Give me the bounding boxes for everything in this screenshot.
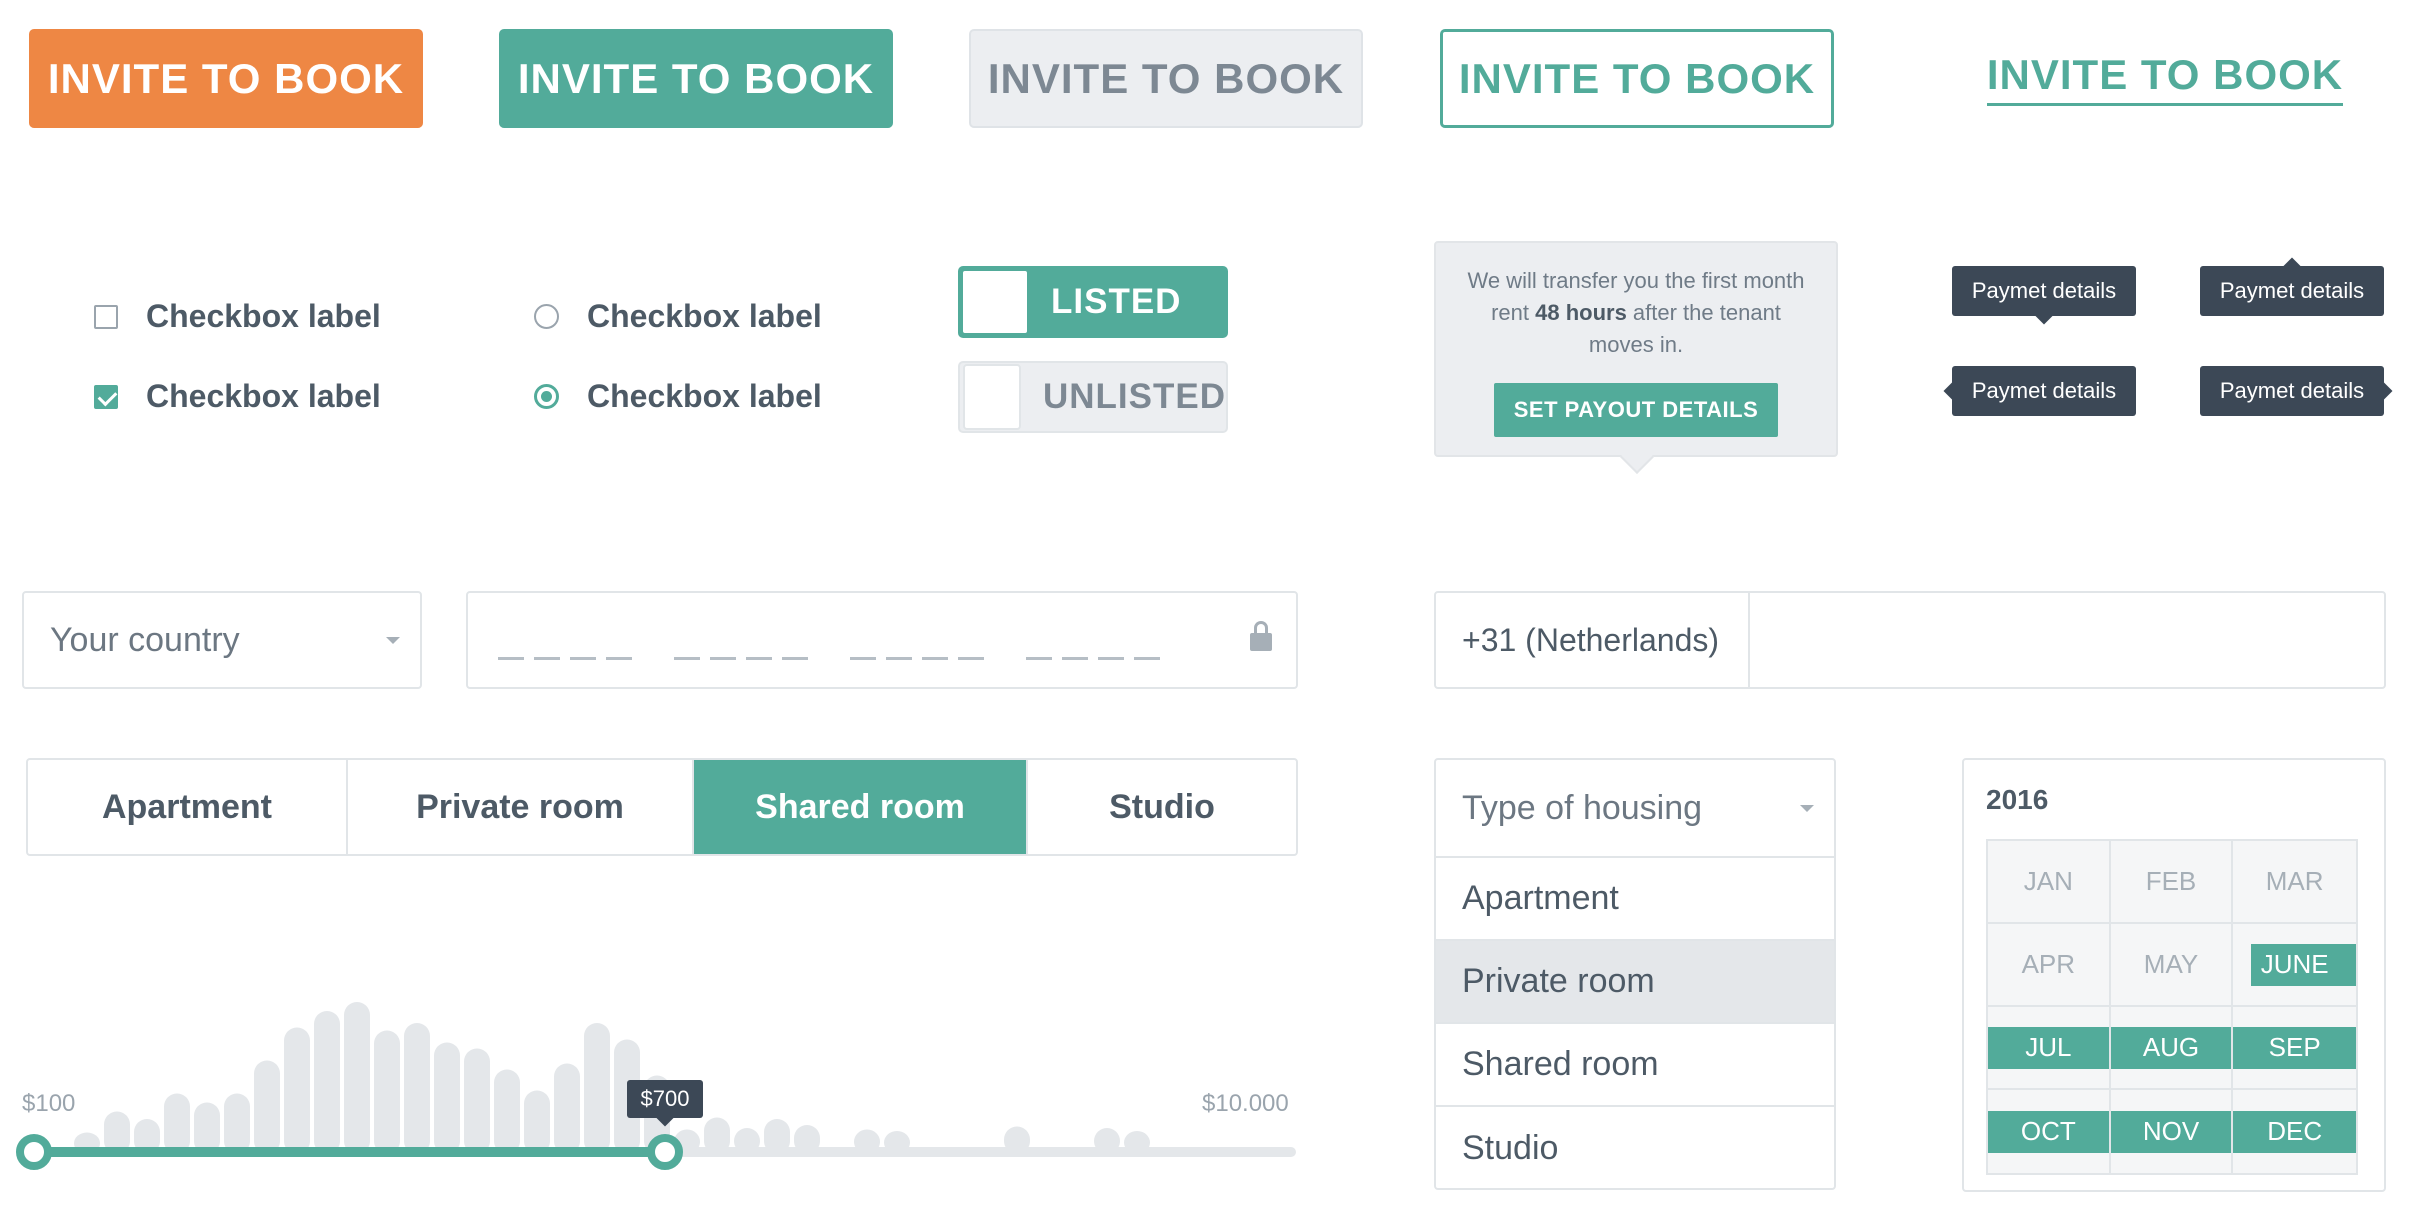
month-cell-selected[interactable]: SEP <box>2233 1007 2356 1090</box>
toggle-knob[interactable] <box>963 364 1021 430</box>
price-histogram-bar <box>224 1093 250 1154</box>
tooltip-arrow-up: Paymet details <box>2200 266 2384 316</box>
toggle-label-unlisted: UNLISTED <box>1043 377 1226 416</box>
month-cell-selected[interactable]: AUG <box>2110 1007 2234 1090</box>
slider-handle-max[interactable] <box>647 1134 683 1170</box>
toggle-knob[interactable] <box>961 269 1029 335</box>
housing-type-placeholder: Type of housing <box>1462 788 1703 827</box>
price-histogram-bar <box>314 1011 340 1154</box>
checkbox-box[interactable] <box>94 304 118 329</box>
checkbox-label: Checkbox label <box>146 298 381 334</box>
price-histogram-bar <box>464 1048 490 1154</box>
card-digits-group-2 <box>674 657 808 660</box>
housing-type-dropdown: Type of housing Apartment Private room S… <box>1434 758 1836 1190</box>
checkbox-unchecked[interactable]: Checkbox label <box>94 298 381 335</box>
radio-circle-checked[interactable] <box>534 384 559 409</box>
segment-apartment[interactable]: Apartment <box>28 760 348 854</box>
price-histogram-bar <box>284 1027 310 1154</box>
invite-to-book-link-label: INVITE TO BOOK <box>1986 51 2344 106</box>
invite-to-book-button-outline[interactable]: INVITE TO BOOK <box>1440 29 1834 128</box>
price-histogram-bar <box>524 1090 550 1154</box>
country-code-select[interactable]: +31 (Netherlands) <box>1436 593 1750 687</box>
price-histogram-bar <box>494 1069 520 1154</box>
price-histogram-bar <box>374 1030 400 1154</box>
radio-label: Checkbox label <box>587 378 822 414</box>
month-cell-selected[interactable]: OCT <box>1988 1090 2111 1173</box>
payout-popover: We will transfer you the first month ren… <box>1434 241 1838 457</box>
toggle-label-listed: LISTED <box>1051 282 1182 321</box>
radio-circle[interactable] <box>534 304 559 329</box>
price-histogram-bar <box>164 1093 190 1154</box>
radio-label: Checkbox label <box>587 298 822 334</box>
tooltip-arrow-left: Paymet details <box>1952 366 2136 416</box>
tooltip-arrow-down: Paymet details <box>1952 266 2136 316</box>
checkbox-box-checked[interactable] <box>94 384 118 409</box>
card-digits-group-1 <box>498 657 632 660</box>
price-histogram-bar <box>344 1002 370 1154</box>
month-cell[interactable]: APR <box>1988 924 2111 1007</box>
chevron-down-icon <box>1800 805 1814 812</box>
price-histogram-bar <box>404 1023 430 1154</box>
invite-to-book-button-teal[interactable]: INVITE TO BOOK <box>499 29 893 128</box>
radio-unchecked[interactable]: Checkbox label <box>534 298 822 335</box>
housing-option-apartment[interactable]: Apartment <box>1436 858 1834 941</box>
unlisted-toggle[interactable]: UNLISTED <box>958 361 1228 433</box>
invite-to-book-button-disabled[interactable]: INVITE TO BOOK <box>969 29 1363 128</box>
month-range-picker: 2016 JAN FEB MAR APR MAY JUNE JUL AUG SE… <box>1962 758 2386 1192</box>
invite-to-book-link[interactable]: INVITE TO BOOK <box>1975 29 2355 128</box>
card-digits-group-3 <box>850 657 984 660</box>
card-digits-group-4 <box>1026 657 1160 660</box>
country-select[interactable]: Your country <box>22 591 422 689</box>
price-histogram-bar <box>584 1023 610 1154</box>
phone-number-input[interactable] <box>1750 593 2384 687</box>
country-select-placeholder: Your country <box>50 620 240 659</box>
card-number-input[interactable] <box>466 591 1298 689</box>
price-range-slider: $100 $10.000 $700 <box>0 990 1320 1190</box>
checkbox-checked[interactable]: Checkbox label <box>94 378 381 415</box>
price-histogram-bar <box>194 1102 220 1154</box>
chevron-down-icon <box>386 637 400 644</box>
month-cell-selected-end[interactable]: DEC <box>2233 1090 2356 1173</box>
housing-option-shared-room[interactable]: Shared room <box>1436 1024 1834 1107</box>
month-cell[interactable]: MAR <box>2233 841 2356 924</box>
price-histogram-bar <box>254 1060 280 1154</box>
month-cell-selected[interactable]: JUL <box>1988 1007 2111 1090</box>
popover-message: We will transfer you the first month ren… <box>1467 268 1805 357</box>
segment-shared-room[interactable]: Shared room <box>694 760 1028 854</box>
tooltip-arrow-right: Paymet details <box>2200 366 2384 416</box>
month-cell-selected[interactable]: NOV <box>2110 1090 2234 1173</box>
calendar-year: 2016 <box>1986 784 2049 815</box>
price-histogram-bar <box>554 1063 580 1154</box>
housing-option-private-room[interactable]: Private room <box>1436 941 1834 1024</box>
month-cell-selected-start[interactable]: JUNE <box>2233 924 2356 1007</box>
price-min-label: $100 <box>22 1090 76 1117</box>
housing-option-studio[interactable]: Studio <box>1436 1107 1834 1190</box>
month-cell[interactable]: MAY <box>2110 924 2234 1007</box>
slider-range-fill <box>34 1147 665 1157</box>
listed-toggle[interactable]: LISTED <box>958 266 1228 338</box>
month-cell[interactable]: JAN <box>1988 841 2111 924</box>
price-histogram-bar <box>434 1042 460 1154</box>
invite-to-book-button-primary[interactable]: INVITE TO BOOK <box>29 29 423 128</box>
price-max-label: $10.000 <box>1202 1090 1289 1117</box>
slider-handle-min[interactable] <box>16 1134 52 1170</box>
month-cell[interactable]: FEB <box>2110 841 2234 924</box>
room-type-segmented-control: Apartment Private room Shared room Studi… <box>26 758 1298 856</box>
set-payout-details-button[interactable]: SET PAYOUT DETAILS <box>1493 383 1779 437</box>
segment-private-room[interactable]: Private room <box>348 760 694 854</box>
month-grid: JAN FEB MAR APR MAY JUNE JUL AUG SEP OCT… <box>1986 839 2358 1175</box>
phone-field[interactable]: +31 (Netherlands) <box>1434 591 2386 689</box>
price-value-tooltip: $700 <box>626 1080 704 1118</box>
radio-checked[interactable]: Checkbox label <box>534 378 822 415</box>
segment-studio[interactable]: Studio <box>1028 760 1296 854</box>
housing-type-select[interactable]: Type of housing <box>1436 760 1834 858</box>
checkbox-label: Checkbox label <box>146 378 381 414</box>
lock-icon <box>1250 621 1272 651</box>
